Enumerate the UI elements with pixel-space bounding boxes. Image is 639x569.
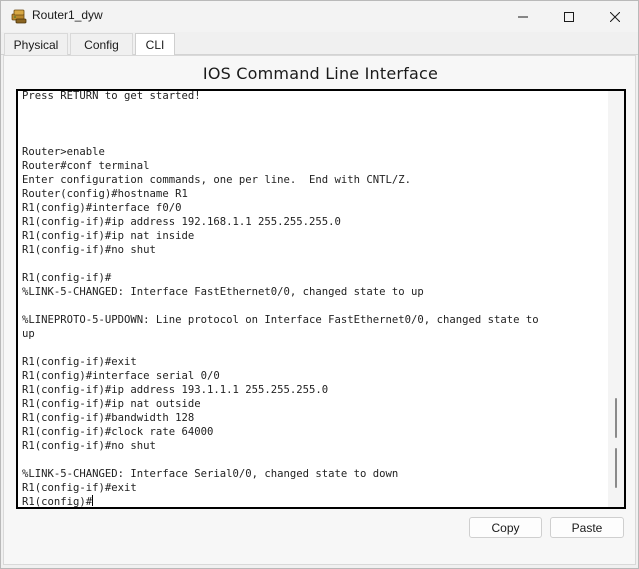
maximize-button[interactable]	[546, 1, 592, 32]
terminal-line: %LINK-5-CHANGED: Interface FastEthernet0…	[22, 286, 424, 298]
title-bar[interactable]: Router1_dyw	[1, 1, 638, 32]
terminal-line: up	[22, 328, 35, 340]
terminal-scrollbar[interactable]	[608, 91, 624, 507]
terminal-line: R1(config-if)#ip nat outside	[22, 398, 201, 410]
close-icon	[610, 11, 620, 22]
terminal-line: R1(config-if)#no shut	[22, 440, 156, 452]
terminal-line: Router>enable	[22, 146, 105, 158]
terminal-line: R1(config-if)#ip address 193.1.1.1 255.2…	[22, 384, 329, 396]
terminal-line: Enter configuration commands, one per li…	[22, 174, 412, 186]
terminal-prompt: R1(config)#	[22, 496, 93, 508]
terminal-line: R1(config-if)#ip nat inside	[22, 230, 195, 242]
terminal-line: Router#conf terminal	[22, 160, 150, 172]
minimize-button[interactable]	[500, 1, 546, 32]
cli-heading: IOS Command Line Interface	[202, 64, 439, 83]
terminal-line: %LINEPROTO-5-UPDOWN: Line protocol on In…	[22, 314, 539, 326]
terminal-line: R1(config-if)#	[22, 272, 112, 284]
terminal-line: Router(config)#hostname R1	[22, 188, 188, 200]
tab-bar: Physical Config CLI	[1, 33, 638, 56]
minimize-icon	[518, 16, 528, 17]
text-cursor	[92, 495, 94, 506]
terminal-line: R1(config-if)#no shut	[22, 244, 156, 256]
terminal-prompt-line[interactable]: R1(config)#	[22, 495, 604, 508]
cli-panel: IOS Command Line Interface Press RETURN …	[3, 55, 636, 565]
terminal-line: R1(config)#interface f0/0	[22, 202, 182, 214]
maximize-icon	[564, 11, 574, 22]
tab-config[interactable]: Config	[70, 33, 133, 55]
router-window: Router1_dyw Physical Config CLI IOS Comm…	[0, 0, 639, 569]
terminal-line: R1(config-if)#exit	[22, 482, 137, 494]
tab-cli[interactable]: CLI	[135, 33, 175, 56]
terminal-line: R1(config-if)#clock rate 64000	[22, 426, 214, 438]
close-button[interactable]	[592, 1, 638, 32]
cli-terminal[interactable]: Press RETURN to get started! Router>enabl…	[16, 89, 626, 509]
router-icon	[11, 8, 27, 24]
scrollbar-thumb-lower[interactable]	[615, 448, 617, 488]
terminal-line: R1(config)#interface serial 0/0	[22, 370, 220, 382]
terminal-line: R1(config-if)#bandwidth 128	[22, 412, 195, 424]
tab-physical[interactable]: Physical	[4, 33, 68, 55]
terminal-output[interactable]: Press RETURN to get started! Router>enabl…	[22, 90, 604, 508]
terminal-line: R1(config-if)#exit	[22, 356, 137, 368]
terminal-line: %LINK-5-CHANGED: Interface Serial0/0, ch…	[22, 468, 399, 480]
scrollbar-thumb[interactable]	[615, 398, 617, 438]
copy-button[interactable]: Copy	[469, 517, 542, 538]
terminal-line: Press RETURN to get started!	[22, 90, 201, 102]
window-title: Router1_dyw	[32, 8, 103, 22]
terminal-line: R1(config-if)#ip address 192.168.1.1 255…	[22, 216, 341, 228]
paste-button[interactable]: Paste	[550, 517, 624, 538]
